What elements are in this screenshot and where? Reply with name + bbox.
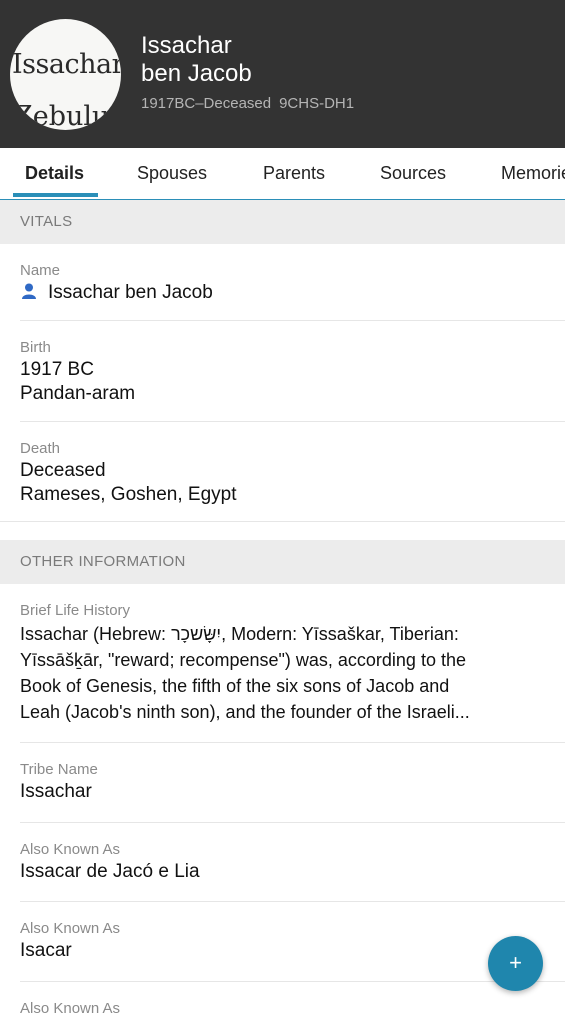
avatar[interactable]: Issachar Zebulun xyxy=(10,19,121,130)
also-known-as-field[interactable]: Also Known As xyxy=(20,1000,550,1017)
birth-date: 1917 BC xyxy=(20,359,94,380)
divider xyxy=(20,981,565,982)
active-tab-indicator xyxy=(13,193,98,197)
field-label: Tribe Name xyxy=(20,761,98,778)
field-value: Issachar ben Jacob xyxy=(20,281,550,305)
person-meta: 1917BC–Deceased 9CHS-DH1 xyxy=(141,95,354,112)
life-history-line: Leah (Jacob's ninth son), and the founde… xyxy=(20,702,470,722)
person-icon xyxy=(22,283,36,299)
field-label: Name xyxy=(20,262,61,279)
tribe-name-field[interactable]: Tribe Name Issachar xyxy=(20,761,550,804)
life-history-text: Issachar (Hebrew: יִשָּׂשכָר, Modern: Yī… xyxy=(20,621,550,725)
section-title: VITALS xyxy=(20,213,73,230)
name-field[interactable]: Name Issachar ben Jacob xyxy=(20,262,550,305)
divider xyxy=(0,521,565,522)
death-place: Rameses, Goshen, Egypt xyxy=(20,484,237,505)
field-label: Also Known As xyxy=(20,920,121,937)
tab-details[interactable]: Details xyxy=(25,148,84,198)
divider xyxy=(20,742,565,743)
section-title: OTHER INFORMATION xyxy=(20,553,186,570)
lifespan: 1917BC–Deceased xyxy=(141,95,272,112)
tribe-name-value: Issachar xyxy=(20,781,92,802)
field-label: Brief Life History xyxy=(20,602,131,619)
tab-bar: Details Spouses Parents Sources Memories xyxy=(0,148,565,200)
death-field[interactable]: Death Deceased Rameses, Goshen, Egypt xyxy=(20,440,550,507)
life-history-line: Issachar (Hebrew: יִשָּׂשכָר, Modern: Yī… xyxy=(20,624,459,644)
also-known-as-value: Issacar de Jacó e Lia xyxy=(20,861,200,882)
life-history-line: Book of Genesis, the fifth of the six so… xyxy=(20,676,450,696)
tab-spouses[interactable]: Spouses xyxy=(137,148,207,198)
tab-parents[interactable]: Parents xyxy=(263,148,325,198)
person-header: Issachar Zebulun Issachar ben Jacob 1917… xyxy=(0,0,565,148)
also-known-as-value: Isacar xyxy=(20,940,72,961)
field-label: Also Known As xyxy=(20,1000,121,1017)
birth-field[interactable]: Birth 1917 BC Pandan-aram xyxy=(20,339,550,406)
section-header-other-information: OTHER INFORMATION xyxy=(0,540,565,584)
also-known-as-field[interactable]: Also Known As Issacar de Jacó e Lia xyxy=(20,841,550,884)
life-history-line: Yīssāšḵār, "reward; recompense") was, ac… xyxy=(20,650,466,670)
avatar-text-bottom: Zebulun xyxy=(14,101,121,130)
life-history-field[interactable]: Brief Life History Issachar (Hebrew: יִש… xyxy=(20,602,550,725)
avatar-text-top: Issachar xyxy=(12,49,121,80)
divider xyxy=(20,320,565,321)
tab-sources[interactable]: Sources xyxy=(380,148,446,198)
divider xyxy=(20,901,565,902)
field-label: Birth xyxy=(20,339,51,356)
section-header-vitals: VITALS xyxy=(0,200,565,244)
person-id: 9CHS-DH1 xyxy=(279,95,355,112)
divider xyxy=(20,822,565,823)
plus-icon: + xyxy=(509,950,522,975)
tab-memories[interactable]: Memories xyxy=(501,148,565,198)
death-date: Deceased xyxy=(20,460,106,481)
person-name-first: Issachar xyxy=(141,32,232,59)
birth-place: Pandan-aram xyxy=(20,383,136,404)
add-button[interactable]: + xyxy=(488,936,543,991)
person-name-second: ben Jacob xyxy=(141,60,252,87)
name-value: Issachar ben Jacob xyxy=(48,282,213,303)
also-known-as-field[interactable]: Also Known As Isacar xyxy=(20,920,550,963)
field-label: Death xyxy=(20,440,61,457)
divider xyxy=(20,421,565,422)
field-label: Also Known As xyxy=(20,841,121,858)
